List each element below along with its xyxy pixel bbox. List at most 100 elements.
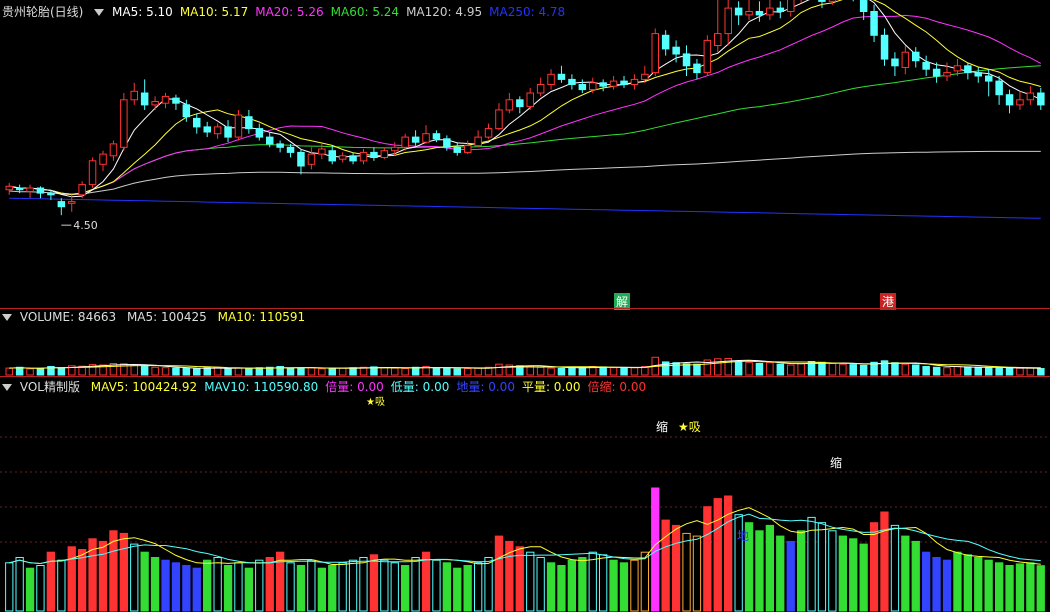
vol2-bar	[651, 487, 660, 612]
vol2-bar	[567, 559, 577, 612]
vol2-bar	[557, 565, 566, 612]
vol2-bar	[119, 532, 128, 612]
vol2-bar	[1005, 565, 1014, 612]
vol2-bar	[713, 498, 722, 612]
volume-bar	[943, 367, 951, 376]
candle	[464, 145, 472, 153]
candle	[641, 73, 649, 80]
vol2-bar	[609, 559, 618, 612]
volume-bar	[1016, 367, 1024, 376]
vol2-bar	[421, 551, 431, 612]
candle	[26, 187, 34, 192]
candle	[828, 0, 837, 2]
vol2-bar	[849, 538, 858, 612]
vol2-panel[interactable]: VOL精制版 MAV5: 100424.92 MAV10: 110590.80 倍量…	[0, 377, 1050, 612]
candle	[422, 133, 430, 143]
volume-bar	[599, 366, 607, 376]
dropdown-icon[interactable]	[2, 314, 12, 321]
vol2-bar	[348, 559, 358, 612]
volume-bar	[609, 367, 618, 376]
vol2-bar	[526, 551, 535, 612]
volume-bar	[432, 367, 441, 376]
volume-bar	[411, 366, 420, 376]
candle	[943, 72, 951, 77]
candle	[266, 136, 274, 145]
vol2-bar	[286, 562, 295, 612]
vol2-bar	[369, 554, 379, 612]
vol2-bar	[890, 524, 900, 612]
ma-legend-3: MA60: 5.24	[330, 5, 400, 19]
candle	[693, 63, 701, 74]
volume-bar	[557, 368, 566, 376]
volume-panel[interactable]: VOLUME: 84663 MA5: 100425 MA10: 110591	[0, 309, 1050, 376]
candle	[318, 148, 326, 155]
candle	[703, 39, 712, 74]
volume-bar	[193, 368, 201, 376]
volume-bar	[922, 366, 930, 376]
candle	[328, 150, 336, 162]
candle	[140, 92, 149, 106]
vol2-bar	[671, 524, 681, 612]
volume-bar	[286, 367, 295, 376]
volume-bar	[224, 368, 232, 376]
vol2-bar	[411, 557, 420, 612]
ma120-line	[9, 150, 1041, 196]
ma250-line	[9, 197, 1041, 219]
volume-bar	[474, 367, 482, 376]
vol2-bar	[536, 557, 545, 612]
vol2-bar	[359, 557, 368, 612]
candle	[755, 11, 764, 16]
signal-suo: 缩	[830, 456, 843, 470]
dropdown-icon[interactable]	[2, 384, 12, 391]
volume-bar	[172, 367, 180, 376]
volume-bar	[547, 367, 555, 376]
vol2-chart[interactable]	[0, 377, 1050, 612]
candle	[568, 78, 576, 86]
vol2-bar	[182, 565, 191, 612]
vol2-bar	[338, 562, 347, 612]
vol2-bar	[817, 522, 827, 612]
volume-bar	[36, 368, 45, 376]
candle	[932, 68, 941, 77]
price-legend: 贵州轮胎(日线) MA5: 5.10 MA10: 5.17 MA20: 5.26 MA…	[2, 3, 579, 20]
price-chart[interactable]: 5.984.50	[0, 0, 1050, 308]
volume-bar	[901, 363, 910, 376]
candle	[99, 153, 107, 165]
candle	[516, 99, 524, 108]
volume-bar	[1026, 367, 1035, 376]
candle	[630, 78, 639, 86]
vol2-bar	[78, 549, 87, 612]
candle	[1016, 99, 1024, 106]
vol2-bar	[1015, 563, 1025, 612]
vol2-legend-4: 地量: 0.00	[456, 380, 515, 394]
volume-bar	[453, 368, 461, 376]
volume-bar	[15, 366, 24, 376]
volume-bar	[974, 366, 982, 376]
volume-bar	[140, 366, 149, 376]
signal-xi: ★吸	[678, 420, 701, 434]
volume-bar	[526, 366, 534, 376]
vol2-bar	[5, 562, 14, 612]
dropdown-icon[interactable]	[94, 9, 105, 16]
candle	[276, 143, 284, 148]
price-panel[interactable]: 5.984.50 贵州轮胎(日线) MA5: 5.10 MA10: 5.17 MA2…	[0, 0, 1050, 310]
vol2-bar	[942, 559, 952, 612]
volume-bar	[859, 364, 868, 376]
candle	[912, 51, 920, 62]
candle	[818, 0, 826, 2]
candle	[5, 185, 13, 191]
volume-bar	[964, 366, 972, 376]
candle	[672, 46, 680, 55]
vol2-bar	[244, 567, 253, 612]
volume-bar	[307, 367, 316, 376]
candle	[120, 99, 128, 148]
vol2-bar	[203, 559, 212, 612]
vol2-bar	[25, 567, 35, 612]
volume-bar	[318, 368, 326, 376]
volume-bar	[568, 367, 576, 376]
candle	[68, 201, 76, 204]
vol2-bar	[442, 562, 452, 612]
candle	[1037, 92, 1045, 106]
vol2-bar	[546, 562, 556, 612]
volume-bar	[734, 360, 743, 376]
